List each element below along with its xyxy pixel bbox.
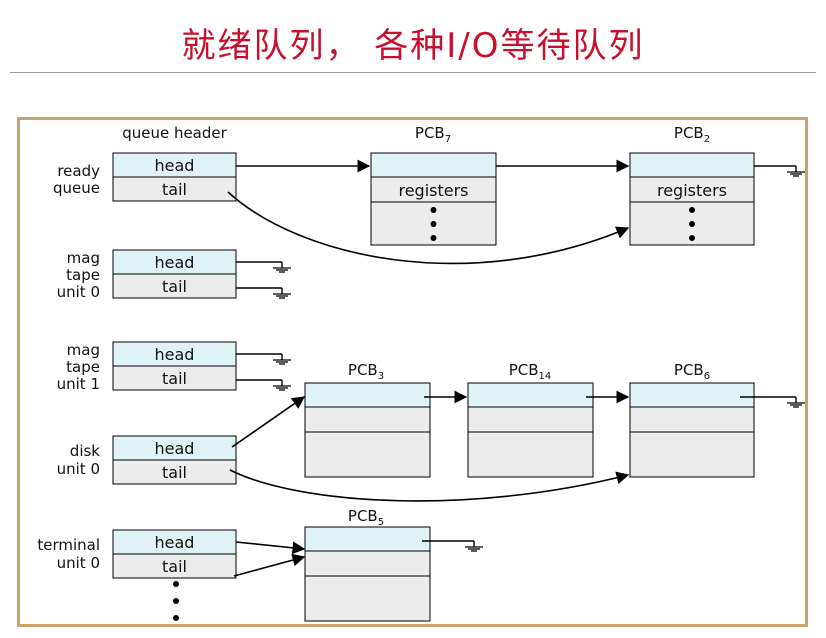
- queue-label-mag0-1: tape: [66, 266, 100, 284]
- queue-label-ready-0: ready: [57, 162, 100, 180]
- pcb3-row-1: [304, 406, 431, 433]
- pcb14-row-2: [467, 431, 594, 478]
- head-label-ready: head: [155, 156, 195, 175]
- queue-label-terminal-1: unit 0: [57, 554, 100, 572]
- pcb14-row-1: [467, 406, 594, 433]
- queue-label-mag0-2: unit 0: [57, 283, 100, 301]
- pcb7-row-0: [370, 152, 497, 178]
- terminal-tail-to-pcb5-arrow: [233, 553, 306, 577]
- pcb3-row-0: [304, 382, 431, 408]
- pcb2-row-0: [629, 152, 755, 178]
- disk-head-to-pcb3-arrow: [231, 396, 306, 448]
- pcb5-row-1: [304, 550, 431, 577]
- tail-label-mag0: tail: [162, 277, 187, 296]
- tail-label-disk: tail: [162, 463, 187, 482]
- head-label-disk: head: [155, 439, 195, 458]
- pcb6-row-2: [629, 431, 755, 478]
- terminal-head-to-pcb5-arrow: [235, 541, 306, 555]
- queue-label-mag1-1: tape: [66, 358, 100, 376]
- pcb2-null-ground-icon: [787, 171, 805, 177]
- pcb7-registers-label: registers: [398, 181, 468, 200]
- pcb2-ellipsis-dot-1: [689, 221, 695, 227]
- more-queues-dot-0: [173, 581, 179, 587]
- tail-label-ready: tail: [162, 180, 187, 199]
- mag1-head-null-ground-icon: [273, 359, 291, 365]
- more-queues-dot-1: [173, 598, 179, 604]
- queue-label-mag1-2: unit 1: [57, 375, 100, 393]
- queue-diagram: headtailreadyqueueheadtailmagtapeunit 0h…: [37, 124, 805, 622]
- mag0-head-null-ground-icon: [273, 267, 291, 273]
- pcb3-label: PCB3: [348, 361, 384, 382]
- pcb5-null-ground-icon: [465, 546, 483, 552]
- tail-label-mag1: tail: [162, 369, 187, 388]
- pcb6-row-1: [629, 406, 755, 433]
- pcb2-ellipsis-dot-0: [689, 207, 695, 213]
- queue-label-mag1-0: mag: [67, 341, 100, 359]
- queue-label-terminal-0: terminal: [37, 536, 100, 554]
- column-header: queue header: [122, 124, 227, 142]
- tail-label-terminal: tail: [162, 557, 187, 576]
- pcb5-label: PCB5: [348, 507, 384, 528]
- pcb2-registers-label: registers: [657, 181, 727, 200]
- pcb2-label: PCB2: [674, 124, 710, 145]
- pcb6-label: PCB6: [674, 361, 710, 382]
- pcb14-label: PCB14: [509, 361, 552, 382]
- head-label-mag0: head: [155, 253, 195, 272]
- pcb7-ellipsis-dot-0: [430, 207, 437, 213]
- queue-label-mag0-0: mag: [67, 249, 100, 267]
- pcb6-null-ground-icon: [787, 402, 805, 408]
- pcb7-ellipsis-dot-2: [430, 235, 437, 241]
- pcb5-row-2: [304, 575, 431, 622]
- pcb7-label: PCB7: [415, 124, 451, 145]
- queue-label-disk-1: unit 0: [57, 460, 100, 478]
- queue-label-ready-1: queue: [53, 179, 100, 197]
- pcb7-ellipsis-dot-1: [430, 221, 437, 227]
- pcb14-row-0: [467, 382, 594, 408]
- pcb2-ellipsis-dot-2: [689, 235, 695, 241]
- more-queues-dot-2: [173, 615, 179, 621]
- head-label-mag1: head: [155, 345, 195, 364]
- queue-label-disk-0: disk: [70, 442, 101, 460]
- mag1-tail-null-ground-icon: [273, 385, 291, 391]
- pcb6-row-0: [629, 382, 755, 408]
- mag0-tail-null-ground-icon: [273, 293, 291, 299]
- head-label-terminal: head: [155, 533, 195, 552]
- pcb5-row-0: [304, 526, 431, 552]
- pcb3-row-2: [304, 431, 431, 478]
